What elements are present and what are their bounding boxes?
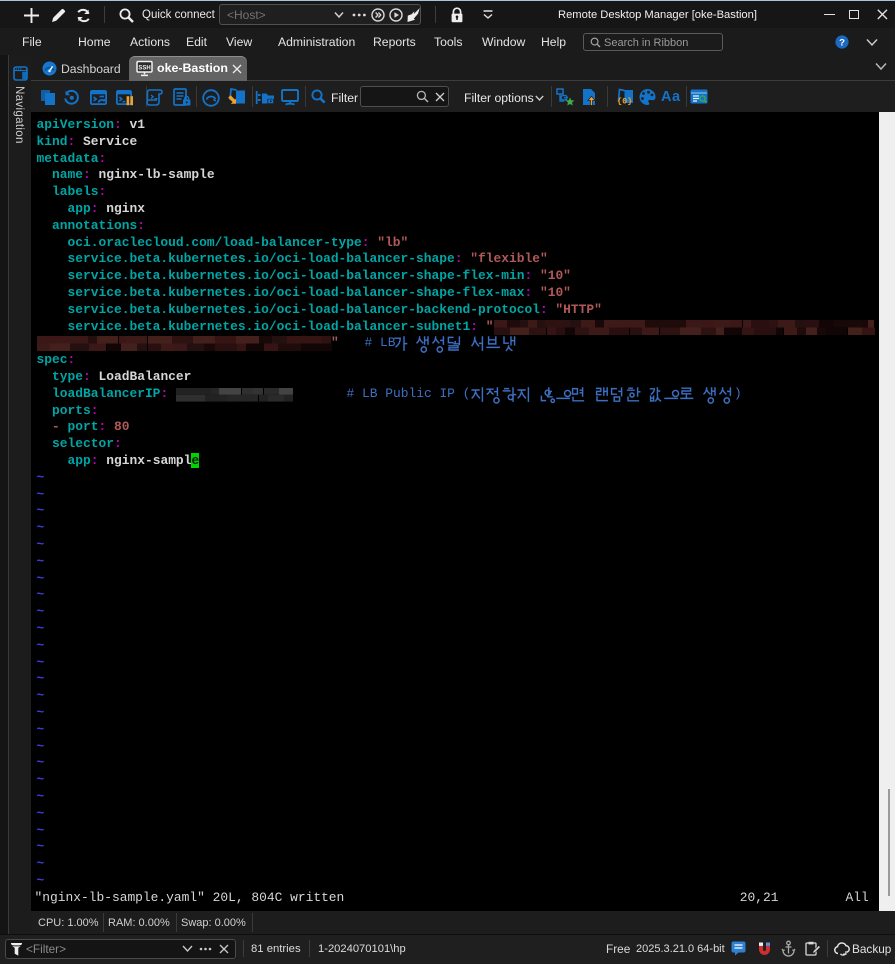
svg-text:?: ? xyxy=(839,37,845,48)
svg-text:{0}: {0} xyxy=(617,97,632,107)
svg-text:SSH: SSH xyxy=(138,66,150,72)
